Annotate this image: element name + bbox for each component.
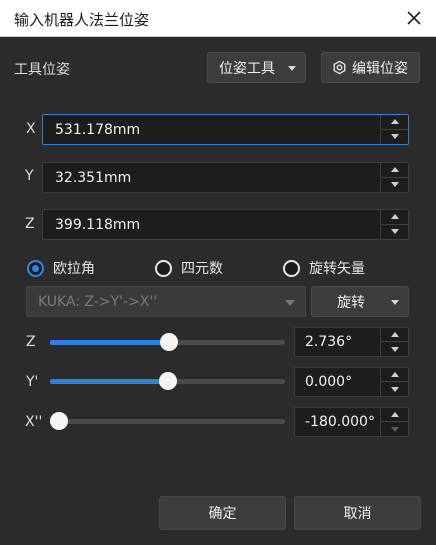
- x-value[interactable]: 531.178mm: [55, 122, 140, 138]
- radio-circle[interactable]: [155, 259, 172, 277]
- angle-z-slider[interactable]: [50, 332, 285, 352]
- euler-convention-select: KUKA: Z->Y'->X'': [26, 286, 306, 317]
- slider-track[interactable]: [50, 419, 285, 424]
- y-label: Y: [25, 168, 34, 184]
- slider-thumb[interactable]: [158, 372, 177, 390]
- angle-y-field[interactable]: 0.000°: [294, 367, 409, 397]
- window-title: 输入机器人法兰位姿: [14, 11, 150, 29]
- slider-fill: [50, 340, 170, 345]
- angle-y-value[interactable]: 0.000°: [305, 374, 352, 390]
- gear-icon: [333, 60, 346, 75]
- x-increment[interactable]: [381, 115, 408, 130]
- angle-y-slider[interactable]: [50, 371, 285, 391]
- y-value[interactable]: 32.351mm: [55, 170, 131, 186]
- radio-circle[interactable]: [283, 259, 300, 277]
- z-stepper[interactable]: [380, 210, 408, 239]
- angle-y-label: Y': [26, 374, 39, 390]
- z-value[interactable]: 399.118mm: [55, 217, 140, 233]
- x-decrement[interactable]: [381, 130, 408, 145]
- radio-rotation-vector-label: 旋转矢量: [309, 261, 365, 277]
- pose-tool-dropdown[interactable]: 位姿工具: [207, 52, 306, 83]
- chevron-down-icon: [285, 299, 295, 306]
- edit-pose-button-label: 编辑位姿: [352, 60, 408, 77]
- radio-euler[interactable]: 欧拉角: [27, 258, 95, 278]
- angle-x-slider[interactable]: [50, 411, 285, 431]
- angle-z-field[interactable]: 2.736°: [294, 327, 409, 357]
- slider-thumb[interactable]: [50, 412, 68, 430]
- angle-z-label: Z: [26, 334, 36, 350]
- angle-x-field[interactable]: -180.000°: [294, 407, 409, 437]
- x-stepper[interactable]: [380, 115, 408, 144]
- angle-z-decrement[interactable]: [381, 342, 408, 356]
- z-decrement[interactable]: [381, 225, 408, 240]
- angle-z-value[interactable]: 2.736°: [305, 334, 352, 350]
- angle-z-stepper[interactable]: [380, 328, 408, 356]
- close-icon[interactable]: [404, 8, 424, 28]
- z-increment[interactable]: [381, 210, 408, 225]
- edit-pose-button[interactable]: 编辑位姿: [321, 52, 420, 83]
- angle-x-value[interactable]: -180.000°: [305, 414, 375, 430]
- slider-fill: [50, 379, 168, 384]
- y-stepper[interactable]: [380, 163, 408, 192]
- euler-convention-value: KUKA: Z->Y'->X'': [38, 293, 158, 310]
- radio-rotation-vector[interactable]: 旋转矢量: [283, 258, 365, 278]
- chevron-down-icon: [391, 299, 399, 305]
- y-decrement[interactable]: [381, 178, 408, 193]
- y-increment[interactable]: [381, 163, 408, 178]
- x-field[interactable]: 531.178mm: [42, 114, 409, 145]
- z-label: Z: [25, 216, 35, 232]
- ok-button[interactable]: 确定: [159, 496, 286, 530]
- rotate-dropdown-button[interactable]: 旋转: [311, 286, 409, 317]
- tool-pose-label: 工具位姿: [14, 62, 70, 78]
- radio-circle[interactable]: [27, 259, 44, 277]
- angle-z-increment[interactable]: [381, 328, 408, 342]
- angle-y-stepper[interactable]: [380, 368, 408, 396]
- y-field[interactable]: 32.351mm: [42, 162, 409, 193]
- radio-euler-label: 欧拉角: [53, 261, 95, 277]
- slider-thumb[interactable]: [160, 333, 179, 351]
- radio-quaternion-label: 四元数: [181, 261, 223, 277]
- pose-tool-dropdown-label: 位姿工具: [219, 60, 275, 77]
- x-label: X: [26, 121, 36, 137]
- angle-y-decrement[interactable]: [381, 382, 408, 396]
- angle-x-label: X'': [25, 414, 43, 430]
- title-bar: 输入机器人法兰位姿: [0, 0, 436, 37]
- angle-x-increment[interactable]: [381, 408, 408, 422]
- rotate-button-label: 旋转: [337, 294, 365, 311]
- chevron-down-icon: [288, 65, 296, 71]
- z-field[interactable]: 399.118mm: [42, 209, 409, 240]
- angle-y-increment[interactable]: [381, 368, 408, 382]
- angle-x-stepper[interactable]: [380, 408, 408, 436]
- radio-quaternion[interactable]: 四元数: [155, 258, 223, 278]
- cancel-button[interactable]: 取消: [294, 496, 421, 530]
- angle-x-decrement: [381, 422, 408, 436]
